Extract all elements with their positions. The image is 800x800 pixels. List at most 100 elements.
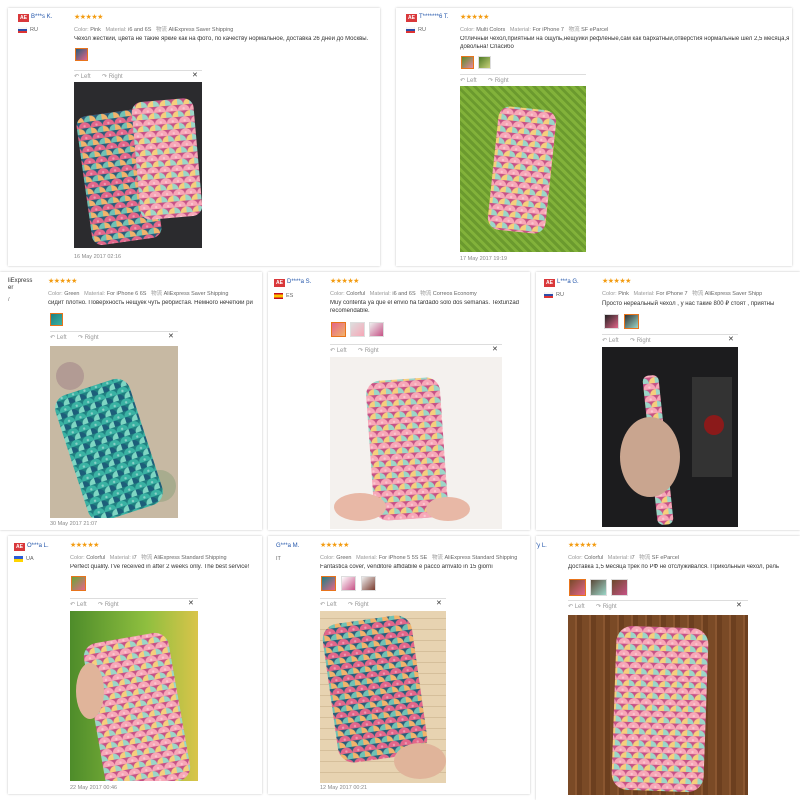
reviewer-name[interactable]: B***s K. [31,14,52,20]
flag-ru-icon [406,27,415,33]
review-photo [70,611,198,781]
close-icon[interactable]: ✕ [436,599,442,607]
close-icon[interactable]: ✕ [492,345,498,353]
review-date: 22 May 2017 00:46 [70,785,118,791]
star-rating: ★★★★★ [330,278,359,285]
review-text: Muy contenta ya que el envio ha tardado … [330,300,520,306]
order-info: Color: Colorful Material: i6 and 6S 物流 C… [330,291,477,297]
order-info: Color: Green Material: For iPhone 5 5S S… [320,555,518,561]
reviewer-name[interactable]: D****a S. [287,279,311,285]
rotate-right-button[interactable]: ↷ Right [630,337,651,344]
rotate-right-button[interactable]: ↷ Right [348,601,369,608]
review-date: 30 May 2017 21:07 [50,521,98,527]
close-icon[interactable]: ✕ [188,599,194,607]
review-date: 12 May 2017 00:21 [320,785,368,791]
review-card: 'y L. ★★★★★ Color: Colorful Material: i7… [536,536,800,800]
rotate-left-button[interactable]: ↶ Left [74,73,91,80]
photo-thumbnail[interactable] [611,579,628,596]
close-icon[interactable]: ✕ [192,71,198,79]
review-text: Просто нереальный чехол , у нас такие 80… [602,301,775,307]
photo-viewer: ↶ Left ↷ Right ✕ 12 May 2017 00:21 [320,598,446,794]
review-photo [602,347,738,527]
rotate-right-button[interactable]: ↷ Right [488,77,509,84]
phone-case-image [620,375,732,525]
photo-thumbnail[interactable] [350,322,365,337]
review-photo [460,86,586,252]
star-rating: ★★★★★ [602,278,631,285]
rotate-right-button[interactable]: ↷ Right [78,334,99,341]
ae-badge: AE [18,14,29,22]
star-rating: ★★★★★ [70,542,99,549]
ae-badge: AE [14,543,25,551]
order-info: Color: Pink Material: For iPhone 7 物流 Al… [602,291,763,297]
photo-thumbnail[interactable] [461,56,474,69]
review-text: сидит плотно. Поверхность нещуек чуть ре… [48,300,253,306]
phone-case-image [55,362,176,518]
photo-thumbnail[interactable] [478,56,491,69]
review-card: G***a M. IT ★★★★★ Color: Green Material:… [268,536,530,794]
phone-case-image [487,106,557,234]
rotate-left-button[interactable]: ↶ Left [50,334,67,341]
rotate-left-button[interactable]: ↶ Left [568,603,585,610]
reviewer-name[interactable]: liExpress [8,278,32,284]
photo-thumbnail[interactable] [590,579,607,596]
phone-case-image [334,377,470,521]
close-icon[interactable]: ✕ [736,601,742,609]
ae-badge: AE [544,279,555,287]
photo-thumbnail[interactable] [569,579,586,596]
reviewer-country: / [8,297,10,303]
phone-cases-image [76,98,202,245]
photo-thumbnail[interactable] [50,313,63,326]
review-text: Отличный чехол,приятный на ощупь,нещуйки… [460,36,790,42]
review-date: 16 May 2017 02:16 [74,254,122,260]
review-card: AE L***a G. RU ★★★★★ Color: Pink Materia… [536,272,800,530]
close-icon[interactable]: ✕ [728,335,734,343]
rotate-right-button[interactable]: ↷ Right [98,601,119,608]
reviewer-name[interactable]: T*******6 T. [419,14,449,20]
review-text: Perfect quality. I've received in after … [70,564,250,570]
phone-case-image [322,615,446,779]
rotate-left-button[interactable]: ↶ Left [330,347,347,354]
photo-thumbnail[interactable] [71,576,86,591]
order-info: Color: Green Material: For iPhone 6 6S 物… [48,291,229,297]
review-card: AE O***a L. UA ★★★★★ Color: Colorful Mat… [8,536,262,794]
rotate-right-button[interactable]: ↷ Right [102,73,123,80]
review-photo [74,82,202,248]
review-card: AE T*******6 T. RU ★★★★★ Color: Multi Co… [396,8,792,266]
reviewer-country: RU [556,292,564,298]
close-icon[interactable]: ✕ [168,332,174,340]
photo-viewer: ↶ Left ↷ Right ✕ 22 May 2017 00:46 [70,598,198,794]
rotate-right-button[interactable]: ↷ Right [596,603,617,610]
reviewer-country: RU [418,27,426,33]
photo-viewer: ↶ Left ↷ Right ✕ 30 May 2017 21:07 [50,331,178,530]
photo-thumbnail[interactable] [624,314,639,329]
review-text: Доставка 1,5 месяца трек по РФ не отслуж… [568,564,779,570]
reviewer-name[interactable]: 'y L. [536,543,547,549]
photo-viewer: ↶ Left ↷ Right ✕ [602,334,738,530]
rotate-left-button[interactable]: ↶ Left [70,601,87,608]
reviewer-name[interactable]: G***a M. [276,543,299,549]
review-photo [320,611,446,783]
review-card: liExpress er / ★★★★★ Color: Green Materi… [0,272,262,530]
star-rating: ★★★★★ [568,542,597,549]
reviewer-name[interactable]: L***a G. [557,279,579,285]
photo-thumbnail[interactable] [369,322,384,337]
rotate-left-button[interactable]: ↶ Left [602,337,619,344]
phone-case-image [611,625,709,793]
photo-thumbnail[interactable] [341,576,356,591]
review-photo [50,346,178,518]
rotate-left-button[interactable]: ↶ Left [320,601,337,608]
photo-thumbnail[interactable] [361,576,376,591]
review-photo [330,357,502,529]
photo-thumbnail[interactable] [604,314,619,329]
flag-es-icon [274,293,283,299]
review-card: AE B***s K. RU ★★★★★ Color: Pink Materia… [8,8,380,266]
reviewer-name[interactable]: O***a L. [27,543,49,549]
review-text-line2: довольна! Спасибо [460,44,514,50]
photo-thumbnail[interactable] [75,48,88,61]
photo-thumbnail[interactable] [331,322,346,337]
rotate-left-button[interactable]: ↶ Left [460,77,477,84]
rotate-right-button[interactable]: ↷ Right [358,347,379,354]
photo-thumbnail[interactable] [321,576,336,591]
photo-viewer: ↶ Left ↷ Right 17 May 2017 19:19 [460,74,586,265]
